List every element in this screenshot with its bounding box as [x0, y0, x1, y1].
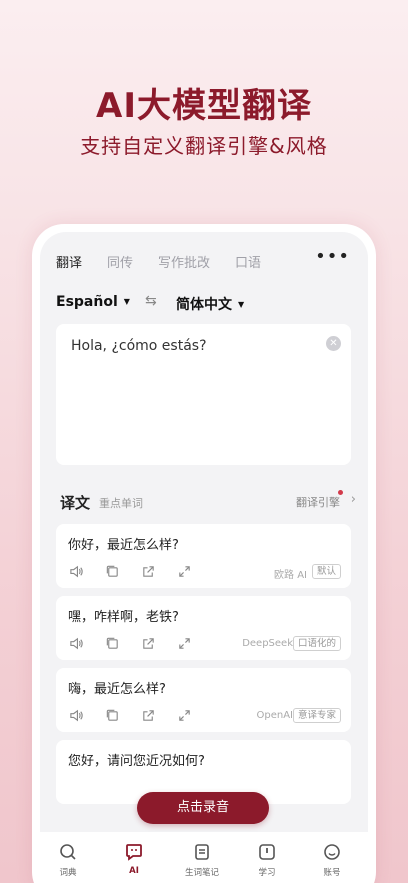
search-icon — [60, 844, 76, 860]
source-language-label: Español — [56, 294, 118, 310]
copy-icon[interactable] — [104, 564, 120, 580]
nav-label: AI — [129, 866, 139, 876]
copy-icon[interactable] — [104, 708, 120, 724]
target-language-label: 简体中文 — [176, 297, 232, 313]
speaker-icon[interactable] — [68, 636, 84, 652]
expand-icon[interactable] — [176, 564, 192, 580]
expand-icon[interactable] — [176, 636, 192, 652]
result-header: 译文 重点单词 翻译引擎 › — [60, 490, 356, 516]
share-icon[interactable] — [140, 708, 156, 724]
nav-item-vocab-notes[interactable]: 生词笔记 — [182, 842, 222, 878]
app-screen: 翻译 同传 写作批改 口语 ••• Español ▼ ⇆ 简体中文 ▼ Hola,… — [40, 232, 368, 883]
chevron-right-icon[interactable]: › — [351, 492, 356, 507]
translation-text: 嘿，咋样啊，老铁? — [68, 610, 179, 625]
notification-dot — [338, 490, 343, 495]
translation-text: 嗨，最近怎么样? — [68, 682, 166, 697]
nav-item-study[interactable]: 学习 — [247, 842, 287, 878]
hero-title: AI大模型翻译 — [96, 86, 312, 126]
nav-item-dictionary[interactable]: 词典 — [48, 842, 88, 878]
smiley-account-icon — [324, 844, 340, 860]
nav-label: 账号 — [323, 868, 341, 878]
nav-label: 生词笔记 — [184, 868, 219, 878]
engine-name: OpenAI — [256, 710, 294, 721]
bottom-nav: 词典 AI 生词笔记 学习 账号 — [40, 832, 368, 883]
expand-icon[interactable] — [176, 708, 192, 724]
result-card: 嗨，最近怎么样? OpenAI 意译专家 — [56, 668, 351, 732]
chevron-down-icon: ▼ — [123, 297, 130, 306]
swap-arrows-icon[interactable]: ⇆ — [145, 293, 157, 309]
tab-speaking[interactable]: 口语 — [235, 252, 261, 271]
translation-text: 你好，最近怎么样? — [68, 538, 179, 553]
translation-text: 您好，请问您近况如何? — [68, 754, 205, 769]
ai-chat-icon — [126, 844, 142, 861]
style-badge: 口语化的 — [292, 636, 341, 651]
speaker-icon[interactable] — [68, 708, 84, 724]
nav-item-account[interactable]: 账号 — [312, 842, 352, 878]
engine-name: DeepSeek — [242, 638, 293, 649]
chevron-down-icon: ▼ — [238, 300, 245, 309]
tab-translate[interactable]: 翻译 — [56, 252, 82, 271]
more-dots-icon[interactable]: ••• — [315, 246, 350, 267]
source-text-input[interactable]: Hola, ¿cómo estás? ✕ — [56, 324, 351, 465]
style-badge: 意译专家 — [292, 708, 341, 723]
tab-writing-correction[interactable]: 写作批改 — [158, 252, 210, 271]
result-title[interactable]: 译文 — [60, 492, 90, 513]
hero-subtitle: 支持自定义翻译引擎&风格 — [80, 134, 328, 158]
target-language-select[interactable]: 简体中文 ▼ — [176, 294, 244, 314]
key-words-tab[interactable]: 重点单词 — [99, 495, 143, 511]
source-language-select[interactable]: Español ▼ — [56, 294, 130, 310]
share-icon[interactable] — [140, 564, 156, 580]
phone-frame: 翻译 同传 写作批改 口语 ••• Español ▼ ⇆ 简体中文 ▼ Hola,… — [32, 224, 376, 883]
speaker-icon[interactable] — [68, 564, 84, 580]
language-bar: Español ▼ ⇆ 简体中文 ▼ — [56, 293, 352, 318]
copy-icon[interactable] — [104, 636, 120, 652]
engine-settings-link[interactable]: 翻译引擎 — [296, 494, 340, 510]
source-text[interactable]: Hola, ¿cómo estás? — [71, 338, 207, 354]
tab-interpretation[interactable]: 同传 — [107, 252, 133, 271]
nav-item-ai[interactable]: AI — [114, 842, 154, 876]
result-card: 你好，最近怎么样? 欧路 AI 默认 — [56, 524, 351, 588]
engine-name: 欧路 AI — [274, 570, 307, 581]
clear-circle-icon[interactable]: ✕ — [326, 336, 341, 351]
result-card: 嘿，咋样啊，老铁? DeepSeek 口语化的 — [56, 596, 351, 660]
nav-label: 词典 — [59, 868, 77, 878]
style-badge: 默认 — [311, 564, 341, 579]
share-icon[interactable] — [140, 636, 156, 652]
notebook-icon — [195, 844, 209, 860]
study-icon — [259, 844, 275, 860]
record-button[interactable]: 点击录音 — [137, 792, 269, 824]
nav-label: 学习 — [258, 868, 276, 878]
mode-tabs: 翻译 同传 写作批改 口语 ••• — [56, 246, 352, 276]
